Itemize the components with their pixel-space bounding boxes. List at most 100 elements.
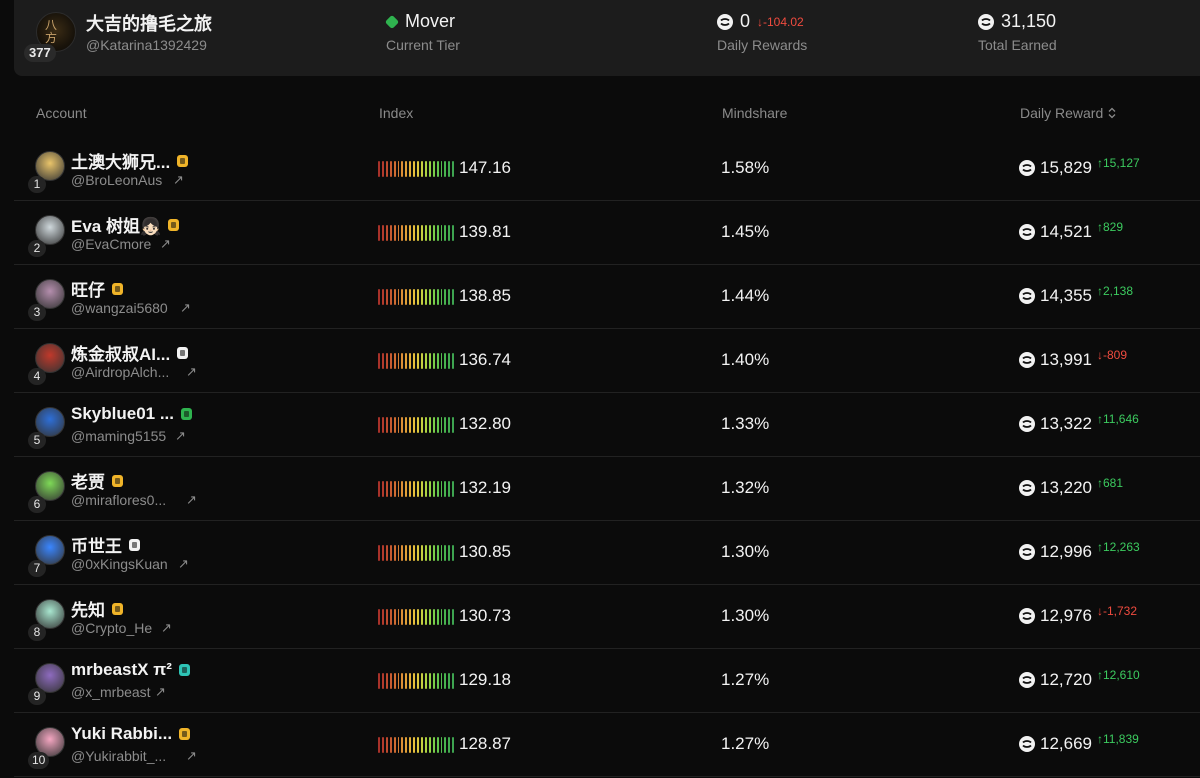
index-bar-segment	[393, 225, 396, 241]
daily-reward: 14,521 ↑829	[1019, 220, 1123, 242]
rank-badge: 3	[28, 304, 46, 321]
account-handle[interactable]: @Yukirabbit_...	[71, 748, 166, 764]
account-handle[interactable]: @Crypto_He	[71, 620, 152, 636]
reward-token-icon	[1019, 224, 1035, 240]
daily-reward-delta: ↑15,127	[1097, 156, 1140, 170]
index-bar-segment	[417, 545, 419, 561]
external-link-icon[interactable]: ↗	[160, 236, 171, 252]
external-link-icon[interactable]: ↗	[186, 492, 197, 508]
column-header-daily-reward[interactable]: Daily Reward	[1020, 105, 1116, 121]
external-link-icon[interactable]: ↗	[180, 300, 191, 316]
index-bar	[378, 481, 455, 497]
table-row[interactable]: 3 旺仔 @wangzai5680 ↗ 138.85 1.44% 14,355 …	[14, 265, 1200, 329]
account-name[interactable]: 土澳大狮兄...	[71, 148, 170, 173]
account-name[interactable]: Skyblue01 ...	[71, 404, 174, 424]
mindshare-value: 1.45%	[721, 222, 770, 241]
daily-rewards-delta: ↓-104.02	[757, 14, 804, 29]
daily-reward-value: 12,720	[1040, 670, 1092, 689]
account-name[interactable]: mrbeastX π²	[71, 660, 172, 680]
index-bar-segment	[381, 225, 384, 241]
index-bar-segment	[448, 737, 451, 753]
account-handle[interactable]: @miraflores0...	[71, 492, 166, 508]
index-bar-segment	[417, 353, 419, 369]
index-bar-segment	[378, 673, 380, 689]
index-bar-segment	[381, 353, 384, 369]
daily-reward: 12,669 ↑11,839	[1019, 732, 1139, 754]
index-bar-segment	[378, 609, 380, 625]
index-bar-segment	[385, 289, 388, 305]
index-bar	[378, 417, 455, 433]
index-bar-segment	[393, 545, 396, 561]
table-row[interactable]: 2 Eva 树姐👧🏻 @EvaCmore ↗ 139.81 1.45% 14,5…	[14, 201, 1200, 265]
index-bar-segment	[385, 161, 388, 177]
index-bar-segment	[385, 225, 388, 241]
index-bar-segment	[420, 481, 423, 497]
index-bar-segment	[378, 225, 380, 241]
sort-icon[interactable]	[1108, 107, 1116, 119]
account-handle[interactable]: @AirdropAlch...	[71, 364, 169, 380]
index-bar-segment	[440, 481, 443, 497]
index-bar-segment	[444, 417, 447, 433]
external-link-icon[interactable]: ↗	[186, 748, 197, 764]
index-value: 147.16	[459, 158, 511, 177]
table-row[interactable]: 6 老贾 @miraflores0... ↗ 132.19 1.32% 13,2…	[14, 457, 1200, 521]
daily-reward: 12,976 ↓-1,732	[1019, 604, 1137, 626]
index-bar-segment	[409, 481, 412, 497]
account-handle[interactable]: @x_mrbeast	[71, 684, 151, 700]
index-bar-segment	[428, 609, 431, 625]
index-bar-segment	[444, 161, 447, 177]
profile-handle[interactable]: @Katarina1392429	[86, 37, 207, 53]
account-handle[interactable]: @BroLeonAus	[71, 172, 162, 188]
index-bar-segment	[432, 417, 435, 433]
account-name[interactable]: Eva 树姐👧🏻	[71, 212, 161, 237]
external-link-icon[interactable]: ↗	[173, 172, 184, 188]
daily-reward-delta: ↑681	[1097, 476, 1124, 490]
tier-name: Mover	[405, 11, 456, 31]
account-name[interactable]: 先知	[71, 596, 105, 621]
external-link-icon[interactable]: ↗	[175, 428, 186, 444]
index-bar-segment	[448, 481, 451, 497]
table-row[interactable]: 9 mrbeastX π² @x_mrbeast ↗ 129.18 1.27% …	[14, 649, 1200, 713]
index-bar	[378, 161, 455, 177]
index-bar-segment	[405, 481, 408, 497]
account-handle[interactable]: @wangzai5680	[71, 300, 168, 316]
index-bar-segment	[424, 289, 427, 305]
external-link-icon[interactable]: ↗	[178, 556, 189, 572]
account-name-line: Eva 树姐👧🏻	[71, 212, 180, 237]
index-bar-segment	[389, 609, 392, 625]
index-bar-segment	[428, 161, 431, 177]
account-handle[interactable]: @maming5155	[71, 428, 166, 444]
mindshare-value: 1.33%	[721, 414, 770, 433]
table-row[interactable]: 8 先知 @Crypto_He ↗ 130.73 1.30% 12,976 ↓-…	[14, 585, 1200, 649]
external-link-icon[interactable]: ↗	[161, 620, 172, 636]
index-bar-segment	[424, 161, 427, 177]
index-value: 138.85	[459, 286, 511, 305]
account-name[interactable]: 炼金叔叔AI...	[71, 340, 170, 365]
index-bar-segment	[417, 417, 419, 433]
daily-rewards-amount: 0	[740, 11, 751, 31]
table-row[interactable]: 10 Yuki Rabbi... @Yukirabbit_... ↗ 128.8…	[14, 713, 1200, 777]
index-bar-segment	[448, 673, 451, 689]
account-name[interactable]: 币世王	[71, 532, 122, 557]
table-row[interactable]: 4 炼金叔叔AI... @AirdropAlch... ↗ 136.74 1.4…	[14, 329, 1200, 393]
index-bar-segment	[405, 161, 408, 177]
index-bar-segment	[428, 673, 431, 689]
account-name[interactable]: 老贾	[71, 468, 105, 493]
total-earned-label: Total Earned	[978, 37, 1057, 53]
account-handle[interactable]: @EvaCmore	[71, 236, 151, 252]
table-row[interactable]: 1 土澳大狮兄... @BroLeonAus ↗ 147.16 1.58% 15…	[14, 137, 1200, 201]
table-row[interactable]: 5 Skyblue01 ... @maming5155 ↗ 132.80 1.3…	[14, 393, 1200, 457]
index-bar-segment	[420, 673, 423, 689]
daily-reward: 13,220 ↑681	[1019, 476, 1124, 498]
table-row[interactable]: 7 币世王 @0xKingsKuan ↗ 130.85 1.30% 12,996…	[14, 521, 1200, 585]
index-bar-segment	[424, 417, 427, 433]
account-name[interactable]: 旺仔	[71, 276, 105, 301]
daily-reward-value: 14,355	[1040, 286, 1092, 305]
daily-rewards-label: Daily Rewards	[717, 37, 808, 53]
account-name[interactable]: Yuki Rabbi...	[71, 724, 172, 744]
index-bar-segment	[389, 353, 392, 369]
account-handle[interactable]: @0xKingsKuan	[71, 556, 168, 572]
tier-badge-icon	[112, 282, 123, 295]
external-link-icon[interactable]: ↗	[155, 684, 166, 700]
external-link-icon[interactable]: ↗	[186, 364, 197, 380]
